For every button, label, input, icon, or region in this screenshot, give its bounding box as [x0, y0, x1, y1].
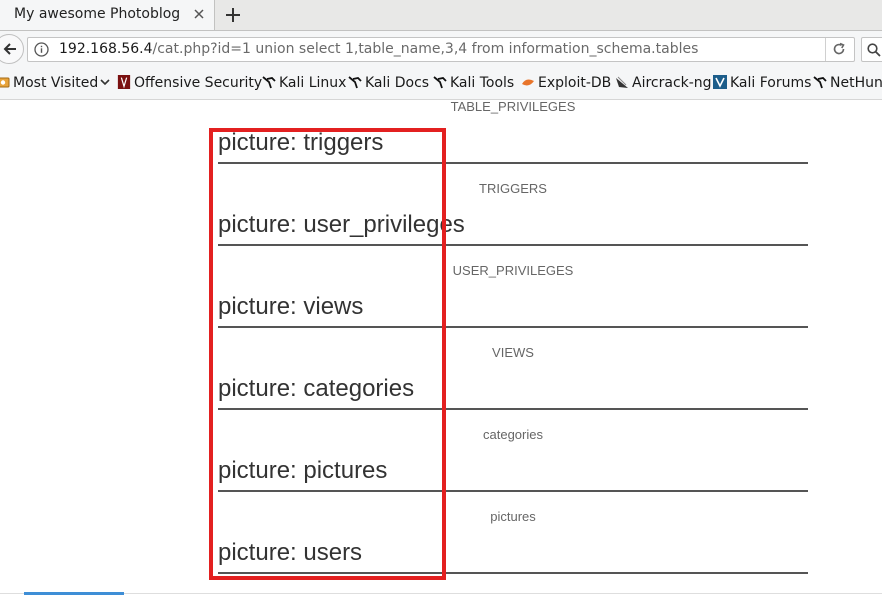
bookmark-label: Offensive Security	[134, 75, 263, 91]
bookmark-label: Kali Docs	[365, 75, 430, 91]
highlight-box	[209, 128, 446, 580]
bookmark-nethunter[interactable]: NetHun	[813, 75, 882, 91]
search-icon	[867, 43, 881, 57]
exploitdb-icon	[522, 79, 534, 86]
search-bar[interactable]	[861, 37, 882, 62]
bookmark-label: NetHun	[830, 75, 882, 91]
tab-strip: My awesome Photoblog	[0, 0, 882, 31]
reload-icon	[833, 42, 845, 55]
kali-dragon-icon	[348, 76, 362, 89]
bookmark-kali-forums[interactable]: Kali Forums	[713, 75, 811, 91]
tab-photoblog[interactable]: My awesome Photoblog	[0, 0, 215, 30]
bookmark-kali-tools[interactable]: Kali Tools	[433, 75, 514, 91]
back-button[interactable]	[0, 34, 24, 64]
gear-icon	[0, 77, 10, 88]
close-icon[interactable]	[192, 7, 206, 21]
bookmark-exploit-db[interactable]: Exploit-DB	[521, 75, 611, 91]
bookmark-label: Aircrack-ng	[632, 75, 712, 91]
bookmark-kali-linux[interactable]: Kali Linux	[262, 75, 346, 91]
url-host: 192.168.56.4	[59, 41, 153, 57]
bookmark-offensive-security[interactable]: Offensive Security	[117, 75, 262, 91]
kali-dragon-icon	[262, 76, 276, 89]
chevron-down-icon	[100, 79, 110, 86]
aircrack-icon	[616, 76, 628, 88]
kali-dragon-icon	[433, 76, 447, 89]
url-path: /cat.php?id=1 union select 1,table_name,…	[152, 41, 699, 57]
kali-forums-icon	[713, 75, 727, 89]
bookmark-aircrack-ng[interactable]: Aircrack-ng	[615, 75, 712, 91]
bookmark-label: Kali Forums	[730, 75, 812, 91]
navigation-bar: 192.168.56.4/cat.php?id=1 union select 1…	[0, 31, 882, 67]
picture-caption: TABLE_PRIVILEGES	[450, 100, 576, 114]
offsec-icon	[117, 75, 131, 89]
tab-title: My awesome Photoblog	[14, 6, 181, 22]
bookmarks-toolbar: Most Visited Offensive Security Kali Lin…	[0, 67, 882, 100]
bookmark-kali-docs[interactable]: Kali Docs	[348, 75, 429, 91]
reload-button[interactable]	[825, 38, 852, 61]
bookmark-label: Exploit-DB	[538, 75, 612, 91]
arrow-left-icon	[3, 43, 16, 55]
info-icon[interactable]	[34, 42, 49, 57]
url-text[interactable]: 192.168.56.4/cat.php?id=1 union select 1…	[59, 41, 698, 57]
divider	[0, 593, 882, 594]
kali-dragon-icon	[813, 76, 827, 89]
bookmark-label: Kali Tools	[450, 75, 515, 91]
url-bar[interactable]: 192.168.56.4/cat.php?id=1 union select 1…	[27, 37, 855, 62]
bookmark-label: Kali Linux	[279, 75, 347, 91]
page-content: TABLE_PRIVILEGES picture: triggers TRIGG…	[0, 100, 882, 595]
plus-icon[interactable]	[224, 6, 242, 24]
bookmark-label: Most Visited	[13, 75, 99, 91]
bookmark-most-visited[interactable]: Most Visited	[0, 75, 110, 91]
